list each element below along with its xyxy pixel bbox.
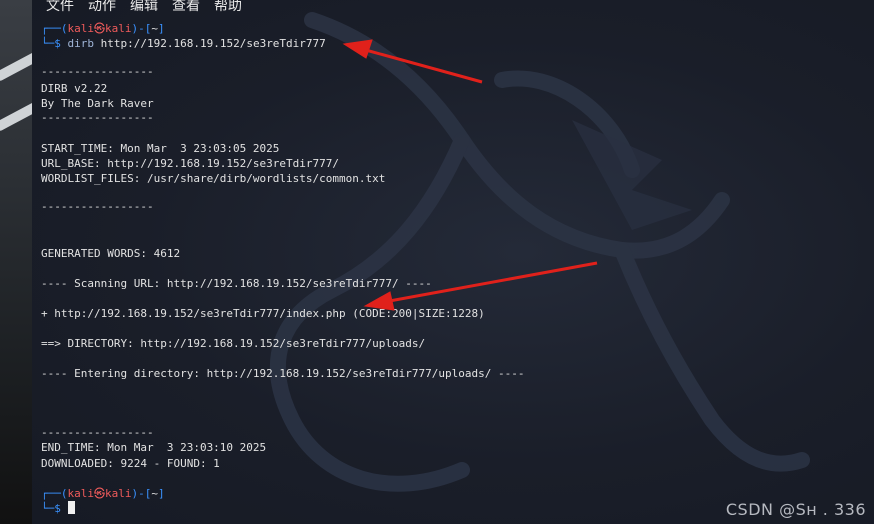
found-entry: + http://192.168.19.152/se3reTdir777/ind… — [41, 307, 485, 320]
menu-edit[interactable]: 编辑 — [130, 0, 158, 14]
menu-file[interactable]: 文件 — [46, 0, 74, 14]
end-time: END_TIME: Mon Mar 3 23:03:10 2025 — [41, 441, 267, 454]
menu-view[interactable]: 查看 — [172, 0, 200, 14]
text-cursor — [67, 501, 75, 514]
prompt-user: kali — [67, 22, 95, 35]
command-arg: http://192.168.19.152/se3reTdir777 — [100, 37, 326, 50]
prompt-host: kali — [105, 22, 132, 35]
url-base: URL_BASE: http://192.168.19.152/se3reTdi… — [41, 157, 340, 170]
wordlist-files: WORDLIST_FILES: /usr/share/dirb/wordlist… — [41, 172, 386, 185]
desktop-background — [0, 0, 32, 524]
directory-entry: ==> DIRECTORY: http://192.168.19.152/se3… — [41, 337, 426, 350]
separator: ----------------- — [41, 65, 154, 78]
command-name: dirb — [67, 37, 95, 50]
command-line: └─$ dirb http://192.168.19.152/se3reTdir… — [41, 37, 326, 50]
separator: ----------------- — [41, 426, 154, 439]
csdn-watermark: CSDN @Sн . 336 — [725, 500, 866, 519]
entering-directory: ---- Entering directory: http://192.168.… — [41, 367, 525, 380]
menu-help[interactable]: 帮助 — [214, 0, 242, 14]
dirb-version: DIRB v2.22 — [41, 82, 108, 95]
start-time: START_TIME: Mon Mar 3 23:03:05 2025 — [41, 142, 280, 155]
dirb-author: By The Dark Raver — [41, 97, 154, 110]
separator: ----------------- — [41, 200, 154, 213]
input-line[interactable]: └─$ — [41, 501, 75, 516]
terminal-window[interactable]: 文件 动作 编辑 查看 帮助 ┌──(kali㉿kali)-[~] └─$ di… — [32, 0, 874, 524]
menu-bar: 文件 动作 编辑 查看 帮助 — [46, 0, 242, 14]
separator: ----------------- — [41, 111, 154, 124]
generated-words: GENERATED WORDS: 4612 — [41, 247, 181, 260]
downloaded-summary: DOWNLOADED: 9224 - FOUND: 1 — [41, 457, 220, 470]
arrow-head-command — [342, 39, 373, 59]
scanning-url: ---- Scanning URL: http://192.168.19.152… — [41, 277, 432, 290]
menu-action[interactable]: 动作 — [88, 0, 116, 14]
prompt-dir: ~ — [151, 22, 158, 35]
arrow-to-command — [361, 47, 483, 84]
prompt-line: ┌──(kali㉿kali)-[~] — [41, 22, 165, 35]
prompt-line: ┌──(kali㉿kali)-[~] — [41, 487, 165, 500]
